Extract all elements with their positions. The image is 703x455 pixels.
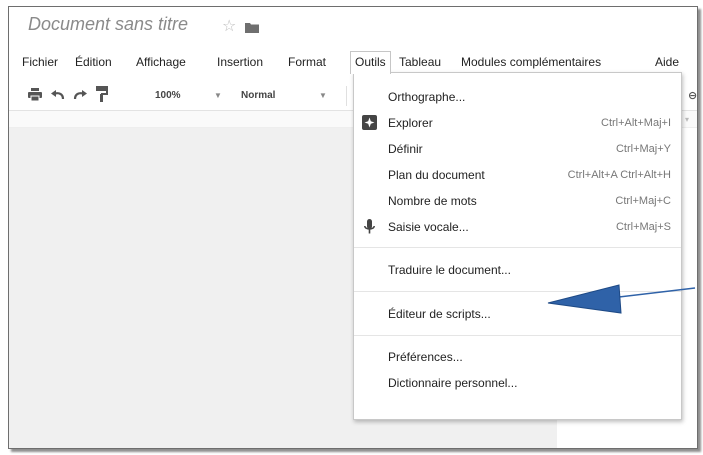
explore-icon: [362, 115, 377, 135]
menu-outils[interactable]: Outils: [350, 51, 391, 74]
menu-item-label: Saisie vocale...: [388, 220, 469, 234]
menu-insertion[interactable]: Insertion: [217, 55, 263, 69]
menu-bar: Fichier Édition Affichage Insertion Form…: [9, 51, 697, 74]
menu-item-shortcut: Ctrl+Alt+Maj+I: [601, 117, 671, 129]
undo-icon[interactable]: [51, 88, 65, 106]
menu-item-label: Plan du document: [388, 168, 485, 182]
menu-format[interactable]: Format: [288, 55, 326, 69]
app-window: Document sans titre ☆ Fichier Édition Af…: [8, 6, 698, 449]
menu-item-label: Préférences...: [388, 350, 463, 364]
menu-item-label: Orthographe...: [388, 90, 466, 104]
tools-menu-dropdown: Orthographe... Explorer Ctrl+Alt+Maj+I D…: [353, 72, 682, 420]
menu-item-saisie-vocale[interactable]: Saisie vocale... Ctrl+Maj+S: [354, 213, 681, 239]
menu-item-label: Éditeur de scripts...: [388, 307, 491, 321]
menu-separator: [354, 291, 681, 292]
menu-item-label: Nombre de mots: [388, 194, 477, 208]
menu-item-editeur-scripts[interactable]: Éditeur de scripts...: [354, 300, 681, 326]
menu-item-preferences[interactable]: Préférences...: [354, 343, 681, 369]
menu-item-shortcut: Ctrl+Maj+C: [615, 195, 671, 207]
microphone-icon: [364, 219, 375, 240]
menu-item-shortcut: Ctrl+Alt+A Ctrl+Alt+H: [567, 169, 671, 181]
menu-item-label: Traduire le document...: [388, 263, 511, 277]
style-dropdown-icon[interactable]: ▼: [319, 91, 327, 100]
menu-item-explorer[interactable]: Explorer Ctrl+Alt+Maj+I: [354, 109, 681, 135]
menu-item-label: Explorer: [388, 116, 433, 130]
redo-icon[interactable]: [73, 88, 87, 106]
menu-item-orthographe[interactable]: Orthographe...: [354, 83, 681, 109]
menu-affichage[interactable]: Affichage: [136, 55, 186, 69]
star-icon[interactable]: ☆: [222, 16, 236, 36]
toolbar-separator: [346, 86, 347, 106]
menu-item-plan-document[interactable]: Plan du document Ctrl+Alt+A Ctrl+Alt+H: [354, 161, 681, 187]
menu-item-label: Définir: [388, 142, 423, 156]
menu-item-label: Dictionnaire personnel...: [388, 376, 518, 390]
folder-icon[interactable]: [245, 20, 259, 38]
menu-fichier[interactable]: Fichier: [22, 55, 58, 69]
menu-aide[interactable]: Aide: [655, 55, 679, 69]
ruler-marker-icon[interactable]: ▾: [685, 115, 689, 124]
menu-separator: [354, 335, 681, 336]
menu-edition[interactable]: Édition: [75, 55, 112, 69]
menu-item-nombre-mots[interactable]: Nombre de mots Ctrl+Maj+C: [354, 187, 681, 213]
menu-item-definir[interactable]: Définir Ctrl+Maj+Y: [354, 135, 681, 161]
menu-tableau[interactable]: Tableau: [399, 55, 441, 69]
link-icon[interactable]: ⊖: [688, 89, 697, 102]
paint-format-icon[interactable]: [96, 86, 108, 107]
menu-item-shortcut: Ctrl+Maj+Y: [615, 143, 671, 155]
menu-item-shortcut: Ctrl+Maj+S: [615, 221, 671, 233]
menu-item-dictionnaire[interactable]: Dictionnaire personnel...: [354, 369, 681, 395]
print-icon[interactable]: [28, 88, 42, 106]
paragraph-style-select[interactable]: Normal: [241, 90, 275, 101]
menu-modules[interactable]: Modules complémentaires: [461, 55, 601, 69]
zoom-dropdown-icon[interactable]: ▼: [214, 91, 222, 100]
menu-separator: [354, 247, 681, 248]
menu-item-traduire[interactable]: Traduire le document...: [354, 256, 681, 282]
zoom-select[interactable]: 100%: [155, 90, 181, 101]
document-title[interactable]: Document sans titre: [28, 14, 188, 35]
